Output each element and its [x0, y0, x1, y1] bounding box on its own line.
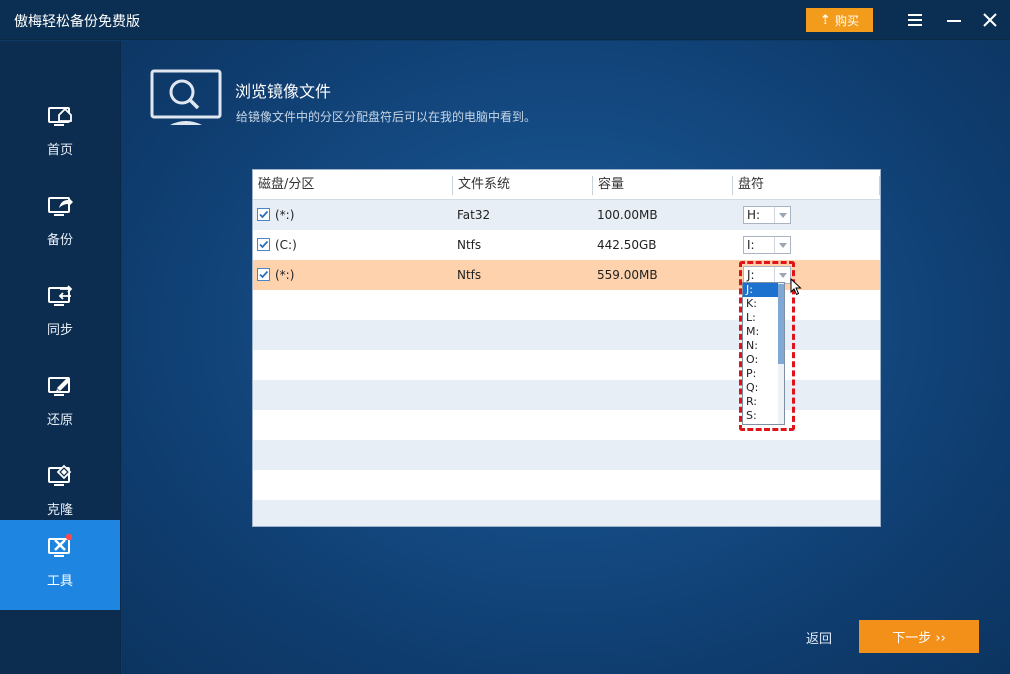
partition-filesystem: Ntfs [457, 268, 482, 282]
partition-filesystem: Ntfs [457, 238, 482, 252]
column-drive-letter[interactable]: 盘符 [733, 170, 764, 200]
back-button[interactable]: 返回 [806, 628, 832, 647]
upgrade-arrow-icon: ⇡ [820, 12, 831, 28]
partition-capacity: 100.00MB [597, 208, 658, 222]
buy-label: 购买 [834, 13, 859, 28]
mouse-cursor-icon [790, 278, 802, 296]
column-filesystem[interactable]: 文件系统 [453, 170, 510, 200]
page-subtitle: 给镜像文件中的分区分配盘符后可以在我的电脑中看到。 [236, 110, 537, 124]
next-button[interactable]: 下一步 ›› [859, 620, 979, 653]
sidebar-label-restore: 还原 [46, 413, 73, 428]
column-capacity[interactable]: 容量 [593, 170, 624, 200]
tools-monitor-icon [48, 533, 73, 557]
sync-monitor-icon [48, 285, 73, 306]
checkmark-icon [259, 240, 269, 249]
sidebar-label-backup: 备份 [46, 233, 73, 248]
sidebar-item-restore[interactable]: 还原 [0, 359, 120, 449]
empty-row [253, 500, 880, 526]
restore-monitor-icon [48, 377, 70, 396]
sidebar-item-backup[interactable]: 备份 [0, 179, 120, 269]
sidebar-item-tools[interactable]: 工具 [0, 520, 120, 610]
partition-capacity: 559.00MB [597, 268, 658, 282]
dropdown-scrollbar[interactable] [778, 283, 784, 424]
app-title: 傲梅轻松备份免费版 [14, 14, 140, 30]
drive-letter-select[interactable]: H: [743, 206, 791, 224]
empty-row [253, 350, 880, 380]
chevron-down-icon[interactable] [774, 207, 790, 223]
home-monitor-icon [48, 107, 72, 126]
main-panel: 浏览镜像文件 给镜像文件中的分区分配盘符后可以在我的电脑中看到。 磁盘/分区 文… [122, 41, 1010, 674]
empty-row [253, 470, 880, 500]
checkmark-icon [259, 270, 269, 279]
page-title: 浏览镜像文件 [235, 82, 332, 101]
sidebar-item-home[interactable]: 首页 [0, 89, 120, 179]
partition-name: (C:) [275, 238, 297, 252]
drive-letter-value: H: [747, 208, 761, 222]
empty-row [253, 320, 880, 350]
partition-checkbox[interactable] [257, 268, 270, 281]
dropdown-scroll-thumb[interactable] [778, 284, 784, 364]
drive-letter-value: I: [747, 238, 755, 252]
partition-capacity: 442.50GB [597, 238, 657, 252]
backup-monitor-icon [48, 197, 73, 216]
table-header: 磁盘/分区 文件系统 容量 盘符 [253, 170, 880, 200]
drive-letter-dropdown-list: J: K: L: M: N: O: P: Q: R: S: [742, 282, 785, 425]
menu-icon[interactable] [905, 10, 925, 30]
partition-name: (*:) [275, 208, 295, 222]
empty-row [253, 380, 880, 410]
close-icon[interactable] [980, 10, 1000, 30]
chevron-down-icon[interactable] [774, 237, 790, 253]
buy-button[interactable]: ⇡ 购买 [806, 8, 873, 32]
partition-checkbox[interactable] [257, 238, 270, 251]
title-bar: 傲梅轻松备份免费版 ⇡ 购买 [0, 0, 1010, 40]
table-row[interactable]: (*:) Fat32 100.00MB H: [253, 200, 880, 230]
column-partition[interactable]: 磁盘/分区 [253, 170, 314, 200]
minimize-icon[interactable] [944, 10, 964, 30]
partition-table: 磁盘/分区 文件系统 容量 盘符 (*:) Fat32 100.00MB H: [252, 169, 881, 527]
sidebar: 首页 备份 同步 还原 克隆 工具 [0, 41, 121, 674]
chevron-down-icon[interactable] [774, 267, 790, 283]
checkmark-icon [259, 210, 269, 219]
sidebar-item-sync[interactable]: 同步 [0, 269, 120, 359]
table-row[interactable]: (C:) Ntfs 442.50GB I: [253, 230, 880, 260]
empty-row [253, 440, 880, 470]
partition-name: (*:) [275, 268, 295, 282]
partition-checkbox[interactable] [257, 208, 270, 221]
empty-row [253, 290, 880, 320]
sidebar-label-sync: 同步 [46, 323, 73, 338]
partition-filesystem: Fat32 [457, 208, 491, 222]
table-row[interactable]: (*:) Ntfs 559.00MB J: [253, 260, 880, 290]
drive-letter-select[interactable]: I: [743, 236, 791, 254]
sidebar-label-clone: 克隆 [46, 503, 73, 518]
browse-image-icon [150, 69, 222, 125]
drive-letter-value: J: [747, 268, 755, 282]
sidebar-label-home: 首页 [46, 143, 73, 158]
sidebar-label-tools: 工具 [46, 574, 73, 589]
clone-monitor-icon [48, 464, 72, 486]
empty-row [253, 410, 880, 440]
